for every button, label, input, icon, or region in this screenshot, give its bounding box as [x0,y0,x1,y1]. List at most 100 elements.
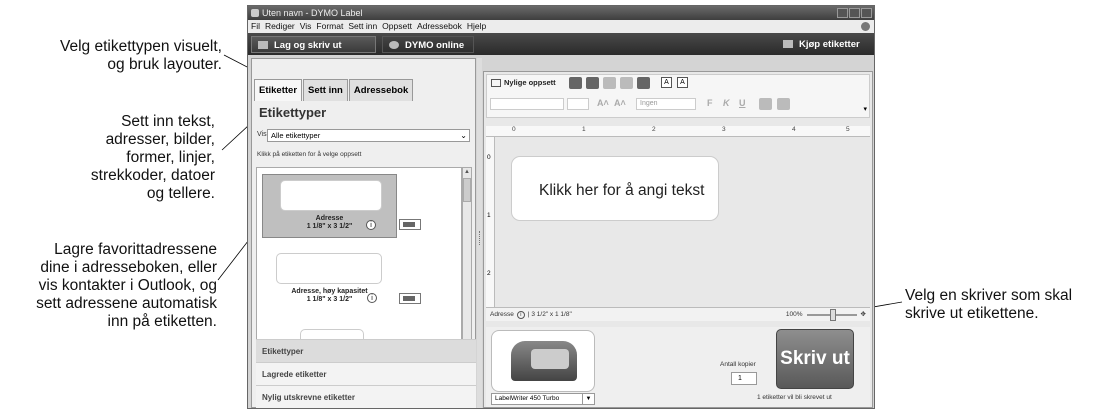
copies-label: Antall kopier [720,361,756,368]
print-count: 1 etiketter vil bli skrevet ut [757,394,832,401]
align-left-icon[interactable] [759,98,772,110]
vruler-tick: 2 [487,270,491,277]
menu-oppsett[interactable]: Oppsett [382,20,412,33]
minimize-button[interactable] [837,8,848,18]
select-hint: Klikk på etiketten for å velge oppsett [257,151,362,158]
printer-select[interactable]: LabelWriter 450 Turbo ▼ [491,393,595,405]
menu-vis[interactable]: Vis [300,20,312,33]
scroll-thumb[interactable] [463,178,471,202]
callout-printer: Velg en skriver som skal skrive ut etike… [905,287,1073,322]
copies-value: 1 [738,375,742,382]
label-roll-icon [399,293,421,304]
italic-button[interactable]: K [723,98,730,108]
copies-stepper[interactable]: 1 [731,372,757,385]
font-select[interactable] [490,98,564,110]
label-size: 1 1/8" x 3 1/2" [306,223,353,230]
size-select[interactable] [567,98,589,110]
expand-icon[interactable]: ▾ [863,105,867,113]
info-icon[interactable]: i [516,311,525,319]
paste-icon[interactable] [603,77,616,89]
zoom-value: 100% [785,311,803,318]
title-bar: Uten navn - DYMO Label [248,6,874,20]
create-print-button[interactable]: Lag og skriv ut etiketter [251,36,376,68]
label-name: Adresse, høy kapasitet [291,288,368,295]
panel-title: Etikettyper [259,105,327,120]
buy-labels-button[interactable]: Kjøp etiketter [777,36,871,53]
ruler-tick: 5 [846,126,850,133]
fit-icon[interactable]: ✥ [861,308,866,322]
label-preview [276,253,382,284]
scroll-up-icon[interactable]: ▲ [463,168,471,177]
zoom-knob[interactable] [829,309,836,321]
menu-sett-inn[interactable]: Sett inn [348,20,377,33]
close-button[interactable] [861,8,872,18]
ruler-tick: 4 [792,126,796,133]
section-saved-labels[interactable]: Lagrede etiketter [256,362,476,385]
horizontal-ruler: 0 1 2 3 4 5 [486,126,870,137]
menu-adressebok[interactable]: Adressebok [417,20,462,33]
label-card[interactable]: Adresse, høy kapasitet 1 1/8" x 3 1/2" i [262,248,397,312]
label-preview [280,180,382,211]
label-caption: Adresse 1 1/8" x 3 1/2" [263,215,396,231]
tab-sett-inn[interactable]: Sett inn [303,79,348,101]
layers-icon[interactable] [637,77,650,89]
grow-font-icon[interactable]: A˄ [597,98,609,108]
menu-fil[interactable]: Fil [251,20,260,33]
align-right-icon[interactable] [777,98,790,110]
main-toolbar: Lag og skriv ut etiketter DYMO online Kj… [248,33,874,68]
info-icon[interactable]: i [367,293,377,303]
label-size: 1 1/8" x 3 1/2" [306,296,353,303]
maximize-button[interactable] [849,8,860,18]
tab-etiketter[interactable]: Etiketter [254,79,303,101]
save-icon[interactable] [569,77,582,89]
font-effect-value: Ingen [640,100,658,107]
print-icon[interactable] [586,77,599,89]
font-effect-select[interactable]: Ingen [636,98,696,110]
menu-format[interactable]: Format [316,20,343,33]
panel-sections: Etikettyper Lagrede etiketter Nylig utsk… [256,339,476,408]
label-canvas[interactable]: Klikk her for å angi tekst [511,156,719,221]
text-small-icon[interactable]: A [661,77,672,88]
shrink-font-icon[interactable]: A˄ [614,98,626,108]
zoom-slider[interactable] [806,309,857,321]
recent-layouts-label: Nylige oppsett [504,78,556,87]
printer-card[interactable] [491,330,595,392]
editor-toolbar: Nylige oppsett A A A˄ A˄ Ingen F K U ▾ [486,74,870,118]
status-bar: Adresse i | 3 1/2" x 1 1/8" 100% ✥ [486,307,870,321]
left-panel: Etiketter Sett inn Adressebok Etikettype… [251,58,476,408]
dymo-online-button[interactable]: DYMO online [382,36,474,53]
ruler-tick: 1 [582,126,586,133]
menu-rediger[interactable]: Rediger [265,20,295,33]
ruler-tick: 0 [512,126,516,133]
vruler-tick: 1 [487,212,491,219]
buy-labels-label: Kjøp etiketter [799,39,860,50]
recent-layouts-button[interactable]: Nylige oppsett [491,78,556,88]
label-card[interactable]: Adresse 1 1/8" x 3 1/2" i [262,174,397,238]
menu-hjelp[interactable]: Hjelp [467,20,486,33]
label-type-value: Alle etikettyper [271,131,321,140]
callout-addressbook: Lagre favorittadressene dine i adressebo… [36,241,217,330]
label-name: Adresse [315,215,344,222]
help-icon[interactable] [861,22,870,31]
vertical-ruler: 0 1 2 [486,137,495,307]
print-button[interactable]: Skriv ut [776,329,854,389]
zoom-control: 100% ✥ [786,308,866,322]
printer-icon [511,341,577,381]
vis-label: Vis [257,131,267,138]
globe-icon [389,41,399,49]
chevron-down-icon: ▼ [582,394,594,404]
info-icon[interactable]: i [366,220,376,230]
bold-button[interactable]: F [707,98,713,108]
tab-adressebok[interactable]: Adressebok [348,79,414,101]
underline-button[interactable]: U [739,98,746,108]
section-recent-labels[interactable]: Nylig utskrevne etiketter [256,385,476,408]
vruler-tick: 0 [487,154,491,161]
layout-icon [491,79,501,88]
text-large-icon[interactable]: A [677,77,688,88]
label-type-select[interactable]: Alle etikettyper ⌄ [267,129,470,142]
section-label-types[interactable]: Etikettyper [256,339,476,362]
label-roll-icon [399,219,421,230]
undo-icon[interactable] [620,77,633,89]
panel-splitter[interactable] [477,58,482,408]
editor-panel: Nylige oppsett A A A˄ A˄ Ingen F K U ▾ 0… [483,71,873,408]
